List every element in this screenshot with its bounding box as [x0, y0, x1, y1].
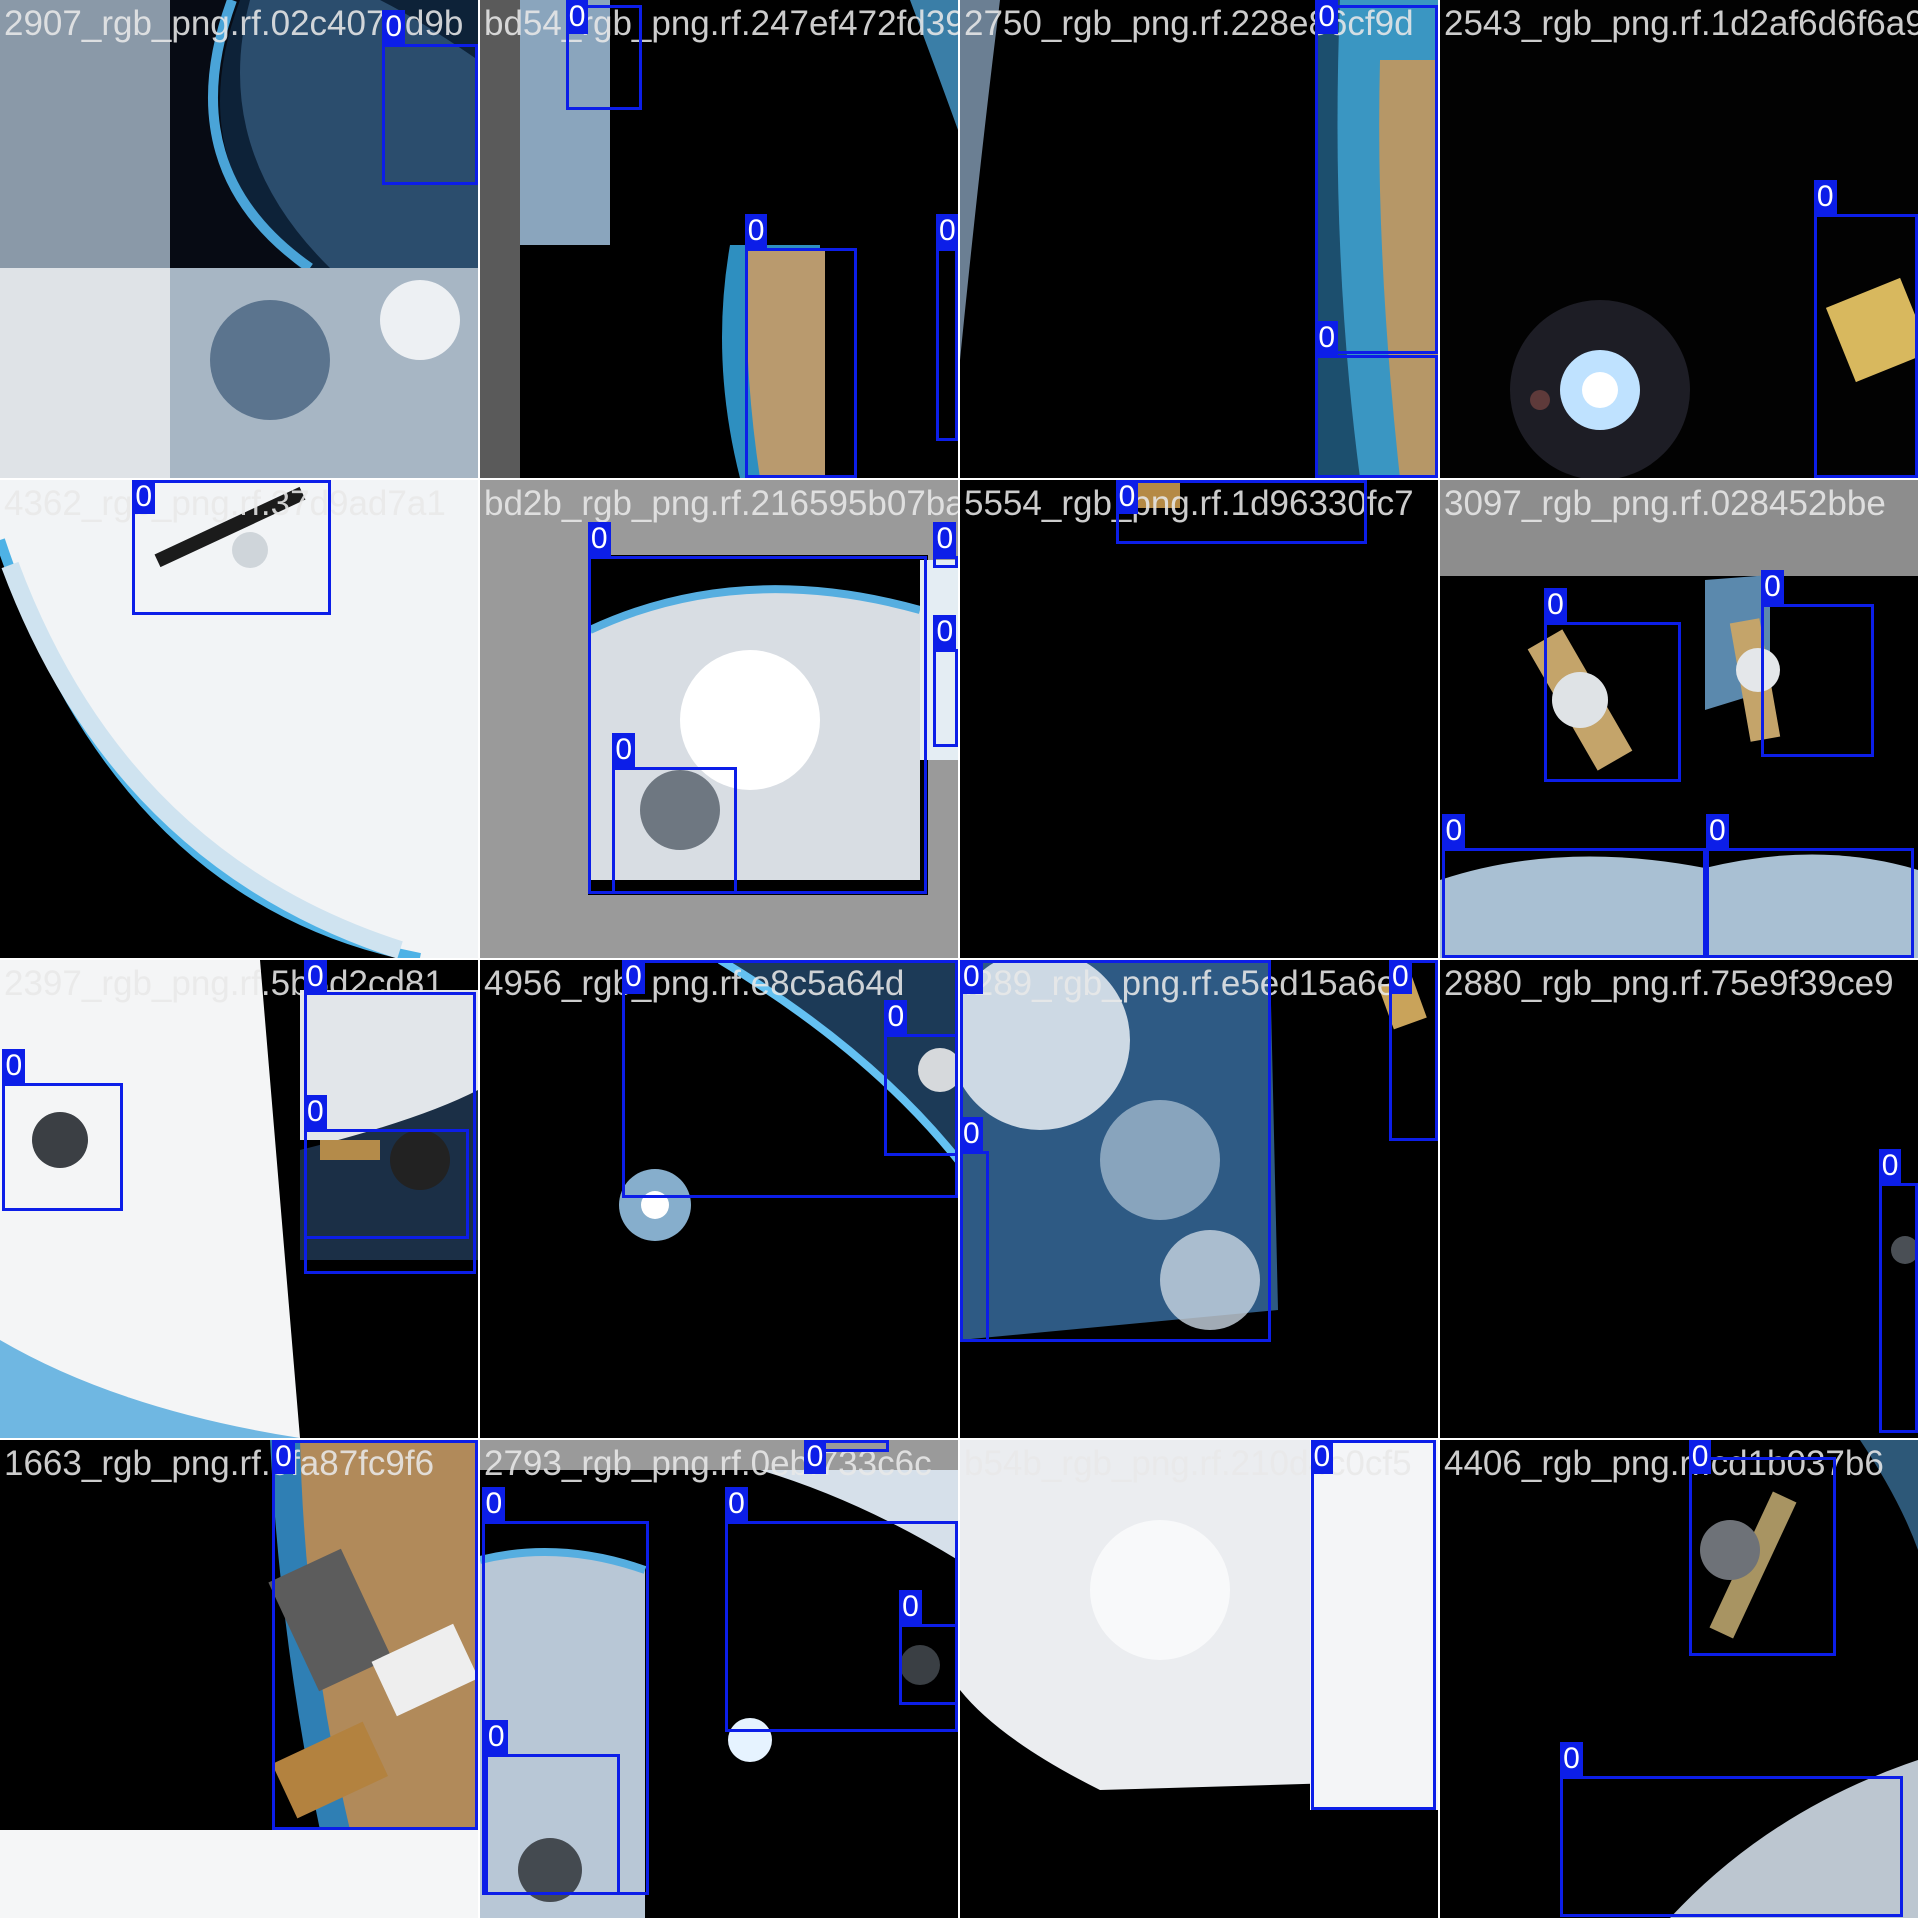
detection-box: [1544, 622, 1682, 782]
class-id-tag: 0: [960, 960, 983, 994]
detection-box: [484, 1753, 620, 1895]
class-id-tag: 0: [612, 732, 636, 767]
detection-box: [1705, 847, 1915, 958]
class-id-tag: 0: [1442, 813, 1466, 848]
class-id-tag: 0: [1115, 480, 1139, 514]
detection-box: [2, 1082, 123, 1212]
class-id-tag: 0: [1560, 1741, 1583, 1776]
class-id-tag: 0: [1315, 321, 1339, 356]
class-id-tag: 0: [622, 960, 645, 994]
image-tile: 4406_rgb_png.rf.cd1b037b6 0 0: [1440, 1440, 1918, 1918]
class-id-tag: 0: [1388, 960, 1412, 994]
tile-filename-label: 2880_rgb_png.rf.75e9f39ce9: [1444, 964, 1894, 1003]
detection-box: [1315, 4, 1438, 355]
class-id-tag: 0: [744, 213, 768, 248]
class-id-tag: 0: [303, 960, 327, 994]
detection-box: [935, 247, 958, 442]
class-id-tag: 0: [933, 521, 957, 556]
class-id-tag: 0: [565, 0, 589, 34]
detection-box: [132, 480, 331, 615]
mosaic-grid: 2907_rgb_png.rf.02c407ad9b 0 bd54_rgb_png…: [0, 0, 1920, 1920]
detection-box: [884, 1033, 958, 1157]
tile-filename-label: 2543_rgb_png.rf.1d2af6d6f6a92c8e: [1444, 4, 1918, 43]
class-id-tag: 0: [803, 1440, 827, 1474]
image-tile: b54b_rgb_png.rf.210d4c0cf5 0: [960, 1440, 1438, 1918]
detection-box: [1310, 1440, 1436, 1811]
class-id-tag: 0: [899, 1589, 922, 1624]
class-id-tag: 0: [1813, 180, 1837, 215]
class-id-tag: 0: [382, 10, 406, 45]
class-id-tag: 0: [960, 1117, 983, 1152]
detection-box: [933, 555, 958, 569]
detection-box: [612, 766, 738, 895]
detection-box: [1761, 603, 1874, 757]
class-id-tag: 0: [272, 1440, 295, 1474]
class-id-tag: 0: [1761, 569, 1784, 604]
image-tile: 2907_rgb_png.rf.02c407ad9b 0: [0, 0, 478, 478]
detection-box: [1878, 1183, 1918, 1434]
tile-filename-label: bd54_rgb_png.rf.247ef472fd39c802: [484, 4, 958, 43]
detection-box: [272, 1440, 478, 1830]
image-tile: f289_rgb_png.rf.e5ed15a6e 0 0 0: [960, 960, 1438, 1438]
tile-filename-label: 3097_rgb_png.rf.028452bbe: [1444, 484, 1886, 523]
class-id-tag: 0: [1315, 0, 1339, 34]
image-tile: 2793_rgb_png.rf.0ebf733c6c 0 0 0 0 0: [480, 1440, 958, 1918]
class-id-tag: 0: [484, 1719, 508, 1754]
image-tile: 4956_rgb_png.rf.e8c5a64d 0 0: [480, 960, 958, 1438]
class-id-tag: 0: [2, 1048, 26, 1083]
image-tile: bd2b_rgb_png.rf.216595b07ba 0 0 0 0: [480, 480, 958, 958]
class-id-tag: 0: [1544, 588, 1567, 623]
image-tile: bd54_rgb_png.rf.247ef472fd39c802000: [480, 0, 958, 478]
detection-box: [1315, 355, 1438, 478]
class-id-tag: 0: [1688, 1440, 1712, 1474]
detection-box: [1688, 1457, 1836, 1656]
image-tile: 2880_rgb_png.rf.75e9f39ce9 0: [1440, 960, 1918, 1438]
detection-box: [303, 1129, 470, 1240]
detection-box: [1115, 480, 1367, 544]
class-id-tag: 0: [935, 213, 958, 248]
class-id-tag: 0: [1878, 1149, 1902, 1184]
detection-box: [933, 649, 958, 748]
class-id-tag: 0: [725, 1486, 748, 1521]
detection-box: [1560, 1775, 1904, 1917]
class-id-tag: 0: [1310, 1440, 1334, 1474]
detection-box: [960, 1151, 990, 1343]
image-tile: 5554_rgb_png.rf.1d96330fc7 0: [960, 480, 1438, 958]
detection-box: [899, 1623, 958, 1705]
class-id-tag: 0: [303, 1095, 327, 1130]
detection-box: [1442, 847, 1706, 958]
class-id-tag: 0: [482, 1486, 506, 1521]
detection-box: [744, 247, 858, 478]
class-id-tag: 0: [884, 999, 908, 1034]
image-tile: 2750_rgb_png.rf.228e86cf9d 0 0: [960, 0, 1438, 478]
image-tile: 2397_rgb_png.rf.5b5d2cd81 0 0 0: [0, 960, 478, 1438]
detection-box: [1813, 214, 1918, 478]
class-id-tag: 0: [1705, 813, 1729, 848]
tile-filename-label: bd2b_rgb_png.rf.216595b07ba: [484, 484, 958, 523]
detection-box: [382, 44, 478, 186]
detection-box: [960, 960, 1272, 1343]
image-tile: 2543_rgb_png.rf.1d2af6d6f6a92c8e 0: [1440, 0, 1918, 478]
class-id-tag: 0: [132, 480, 156, 514]
class-id-tag: 0: [587, 521, 611, 556]
image-tile: 1663_rgb_png.rf.9fa87fc9f6 0: [0, 1440, 478, 1918]
class-id-tag: 0: [933, 615, 957, 650]
image-tile: 4362_rgb_png.rf.37d9ad7a1 0: [0, 480, 478, 958]
image-tile: 3097_rgb_png.rf.028452bbe 0 0 0 0: [1440, 480, 1918, 958]
